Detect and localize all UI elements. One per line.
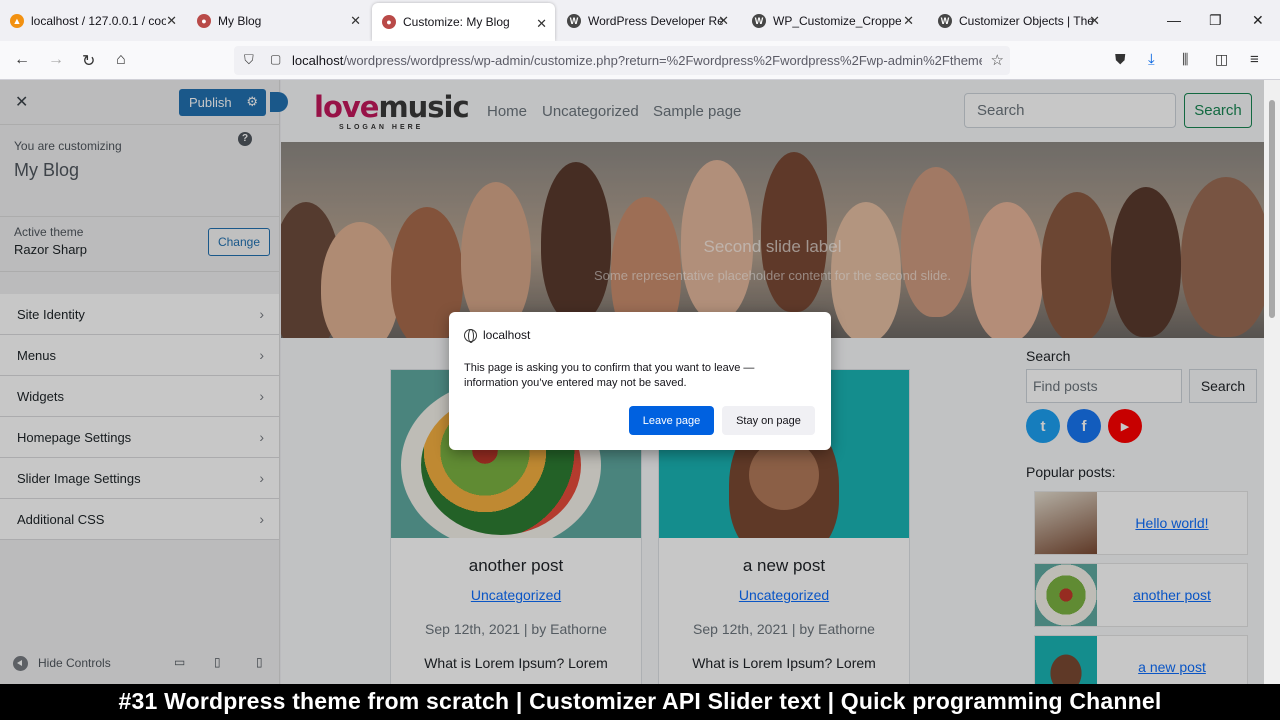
dialog-origin-text: localhost: [483, 328, 531, 342]
url-host: localhost: [292, 53, 344, 68]
scrollbar-thumb[interactable]: [1269, 100, 1275, 318]
minimize-icon[interactable]: —: [1167, 12, 1181, 28]
close-tab-icon[interactable]: ✕: [1089, 13, 1100, 29]
tab-title: WP_Customize_Cropped_I: [773, 13, 901, 28]
pocket-icon[interactable]: ⛊: [1115, 51, 1126, 68]
home-icon[interactable]: ⌂: [116, 51, 126, 69]
sidebar-icon[interactable]: ◫: [1215, 51, 1228, 68]
tab-title: My Blog: [218, 13, 262, 28]
tab-title: WordPress Developer Reso: [588, 13, 723, 28]
page-info-icon[interactable]: ▢: [270, 52, 281, 66]
site-favicon-icon: ●: [382, 15, 396, 29]
preview-scrollbar[interactable]: [1264, 80, 1280, 684]
reload-icon[interactable]: ↻: [82, 51, 95, 71]
url-text: localhost/wordpress/wordpress/wp-admin/c…: [292, 53, 982, 68]
wordpress-icon: W: [938, 13, 952, 28]
address-bar[interactable]: ⛉ ▢ localhost/wordpress/wordpress/wp-adm…: [234, 46, 1010, 75]
forward-icon[interactable]: →: [48, 51, 64, 69]
bookmark-star-icon[interactable]: ☆: [991, 51, 1004, 69]
wordpress-icon: W: [567, 13, 581, 28]
tab-phpmyadmin[interactable]: ▲ localhost / 127.0.0.1 / cook ✕: [0, 0, 185, 41]
phpmyadmin-icon: ▲: [10, 13, 24, 28]
tab-bar: ▲ localhost / 127.0.0.1 / cook ✕ ● My Bl…: [0, 0, 1280, 41]
stay-on-page-button[interactable]: Stay on page: [722, 406, 815, 435]
navigation-bar: ← → ↻ ⌂ ⛉ ▢ localhost/wordpress/wordpres…: [0, 41, 1280, 80]
leave-page-button[interactable]: Leave page: [629, 406, 714, 435]
downloads-icon[interactable]: ⤓: [1148, 51, 1155, 68]
close-tab-icon[interactable]: ✕: [350, 13, 361, 29]
video-caption: #31 Wordpress theme from scratch | Custo…: [0, 684, 1280, 720]
tab-customize[interactable]: ● Customize: My Blog ✕: [372, 3, 555, 41]
restore-icon[interactable]: ❐: [1209, 12, 1222, 29]
close-tab-icon[interactable]: ✕: [536, 16, 547, 32]
tab-title: Customize: My Blog: [403, 15, 510, 29]
window-close-icon[interactable]: ✕: [1252, 12, 1264, 29]
wordpress-icon: W: [752, 13, 766, 28]
site-favicon-icon: ●: [197, 13, 211, 28]
close-tab-icon[interactable]: ✕: [718, 13, 729, 29]
tab-title: Customizer Objects | Them: [959, 13, 1094, 28]
close-tab-icon[interactable]: ✕: [903, 13, 914, 29]
globe-icon: [464, 328, 477, 343]
tab-wp-developer[interactable]: W WordPress Developer Reso ✕: [557, 0, 737, 41]
tab-wp-customize-cropped[interactable]: W WP_Customize_Cropped_I ✕: [742, 0, 922, 41]
url-path: /wordpress/wordpress/wp-admin/customize.…: [343, 53, 982, 68]
menu-icon[interactable]: ≡: [1250, 51, 1259, 68]
dialog-origin: localhost: [464, 328, 531, 343]
leave-page-dialog: localhost This page is asking you to con…: [449, 312, 831, 450]
close-tab-icon[interactable]: ✕: [166, 13, 177, 29]
tab-customizer-objects[interactable]: W Customizer Objects | Them ✕: [928, 0, 1108, 41]
tab-title: localhost / 127.0.0.1 / cook: [31, 13, 166, 28]
back-icon[interactable]: ←: [14, 51, 30, 69]
dialog-message: This page is asking you to confirm that …: [464, 362, 755, 389]
tracking-shield-icon[interactable]: ⛉: [244, 52, 254, 68]
library-icon[interactable]: ⫼: [1182, 51, 1188, 68]
tab-my-blog[interactable]: ● My Blog ✕: [187, 0, 369, 41]
